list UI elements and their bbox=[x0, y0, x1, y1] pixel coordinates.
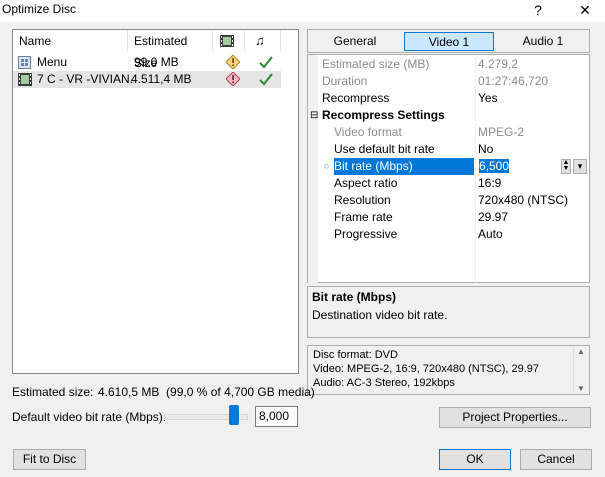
chevron-down-icon: ▾ bbox=[577, 161, 583, 171]
info-audio: Audio: AC-3 Stereo, 192kbps bbox=[313, 377, 455, 389]
property-name: Video format bbox=[334, 125, 402, 139]
property-row[interactable]: Use default bit rate No bbox=[308, 141, 589, 158]
property-row[interactable]: Frame rate 29.97 bbox=[308, 209, 589, 226]
video-title-icon bbox=[18, 73, 32, 86]
property-row[interactable]: Recompress Yes bbox=[308, 90, 589, 107]
property-row[interactable]: Resolution 720x480 (NTSC) bbox=[308, 192, 589, 209]
property-name: Duration bbox=[322, 74, 368, 88]
tab-video-1[interactable]: Video 1 bbox=[404, 32, 494, 51]
help-text: Destination video bit rate. bbox=[312, 308, 448, 322]
bitrate-slider-thumb[interactable] bbox=[229, 405, 239, 425]
checkmark-icon bbox=[259, 73, 273, 86]
spin-down-icon[interactable]: ▼ bbox=[562, 165, 570, 172]
property-help-panel: Bit rate (Mbps) Destination video bit ra… bbox=[307, 286, 590, 338]
ok-button[interactable]: OK bbox=[439, 449, 511, 470]
bitrate-label: Default video bit rate (Mbps): bbox=[12, 410, 167, 424]
help-button[interactable]: ? bbox=[524, 0, 552, 22]
column-header-size[interactable]: Estimated Size bbox=[128, 30, 213, 70]
bullet-icon: ○ bbox=[324, 161, 330, 171]
fit-to-disc-button[interactable]: Fit to Disc bbox=[13, 449, 86, 470]
property-row[interactable]: Duration 01:27:46,720 bbox=[308, 73, 589, 90]
collapse-icon[interactable]: ⊟ bbox=[310, 107, 318, 124]
property-value: No bbox=[478, 142, 494, 156]
estimated-size-label: Estimated size: bbox=[12, 385, 94, 399]
property-value: 4.279,2 bbox=[478, 57, 519, 71]
property-name: Aspect ratio bbox=[334, 176, 398, 190]
tab-general[interactable]: General bbox=[312, 32, 398, 51]
property-value: Yes bbox=[478, 91, 498, 105]
bitrate-input[interactable]: 8,000 bbox=[255, 406, 298, 427]
cancel-button[interactable]: Cancel bbox=[520, 449, 592, 470]
property-name: Resolution bbox=[334, 193, 391, 207]
property-row[interactable]: Progressive Auto bbox=[308, 226, 589, 243]
info-scrollbar[interactable]: ▲ ▼ bbox=[573, 347, 588, 393]
bitrate-dropdown-button[interactable]: ▾ bbox=[573, 159, 587, 174]
property-name: Estimated size (MB) bbox=[322, 57, 430, 71]
property-value: 01:27:46,720 bbox=[478, 74, 549, 88]
property-value: MPEG-2 bbox=[478, 125, 525, 139]
property-name: Bit rate (Mbps) bbox=[334, 158, 474, 175]
property-row[interactable]: Aspect ratio 16:9 bbox=[308, 175, 589, 192]
help-title: Bit rate (Mbps) bbox=[312, 290, 396, 304]
property-value: 6,500 bbox=[479, 159, 510, 173]
scroll-up-icon[interactable]: ▲ bbox=[574, 347, 588, 356]
property-name: Progressive bbox=[334, 227, 398, 241]
item-size: 4.511,4 MB bbox=[131, 72, 192, 86]
column-header-name-label: Name bbox=[19, 34, 52, 48]
title-bar: Optimize Disc ? ✕ bbox=[0, 0, 605, 22]
warning-icon bbox=[226, 55, 240, 69]
item-name: Menu bbox=[37, 55, 68, 69]
info-video: Video: MPEG-2, 16:9, 720x480 (NTSC), 29.… bbox=[313, 363, 540, 375]
music-note-icon: ♫ bbox=[255, 33, 265, 48]
property-row[interactable]: Video format MPEG-2 bbox=[308, 124, 589, 141]
property-value: 16:9 bbox=[478, 176, 502, 190]
property-row[interactable]: Estimated size (MB) 4.279,2 bbox=[308, 56, 589, 73]
property-value: 29.97 bbox=[478, 210, 509, 224]
column-header-video[interactable] bbox=[213, 30, 245, 52]
title-list[interactable]: Name Estimated Size ♫ Menu 99,0 MB 7 C -… bbox=[12, 29, 299, 374]
window-title: Optimize Disc bbox=[2, 2, 77, 16]
property-value: 720x480 (NTSC) bbox=[478, 193, 569, 207]
scroll-down-icon[interactable]: ▼ bbox=[574, 384, 588, 393]
recompress-icon bbox=[226, 72, 240, 86]
item-size: 99,0 MB bbox=[134, 55, 179, 69]
estimated-size-value: 4.610,5 MB (99,0 % of 4,700 GB media) bbox=[98, 385, 315, 399]
property-value: Auto bbox=[478, 227, 503, 241]
column-header-audio[interactable]: ♫ bbox=[245, 30, 281, 52]
list-item[interactable]: 7 C - VR -VIVIAN... 4.511,4 MB bbox=[13, 71, 281, 88]
item-name: 7 C - VR -VIVIAN... bbox=[37, 72, 132, 86]
bitrate-input-value: 8,000 bbox=[259, 409, 290, 423]
close-button[interactable]: ✕ bbox=[571, 0, 599, 22]
disc-info-panel: Disc format: DVD Video: MPEG-2, 16:9, 72… bbox=[307, 345, 590, 395]
bitrate-value-field[interactable]: 6,500 bbox=[479, 158, 513, 175]
property-row-selected[interactable]: ○ Bit rate (Mbps) 6,500 ▲ ▼ ▾ bbox=[308, 158, 589, 175]
category-row[interactable]: ⊟ Recompress Settings bbox=[308, 107, 589, 124]
property-grid[interactable]: Estimated size (MB) 4.279,2 Duration 01:… bbox=[307, 54, 590, 284]
info-disc-format: Disc format: DVD bbox=[313, 349, 398, 361]
bitrate-spinner[interactable]: ▲ ▼ bbox=[561, 159, 571, 174]
column-header-name[interactable]: Name bbox=[13, 30, 128, 52]
list-item[interactable]: Menu 99,0 MB bbox=[13, 54, 281, 71]
film-icon bbox=[220, 35, 234, 47]
tab-strip: General Video 1 Audio 1 bbox=[307, 29, 590, 53]
project-properties-button[interactable]: Project Properties... bbox=[439, 407, 591, 428]
menu-icon bbox=[18, 56, 31, 69]
tab-audio-1[interactable]: Audio 1 bbox=[500, 32, 586, 51]
category-title: Recompress Settings bbox=[322, 108, 445, 122]
property-name: Recompress bbox=[322, 91, 390, 105]
checkmark-icon bbox=[259, 56, 273, 69]
property-name: Frame rate bbox=[334, 210, 393, 224]
property-name: Use default bit rate bbox=[334, 142, 435, 156]
